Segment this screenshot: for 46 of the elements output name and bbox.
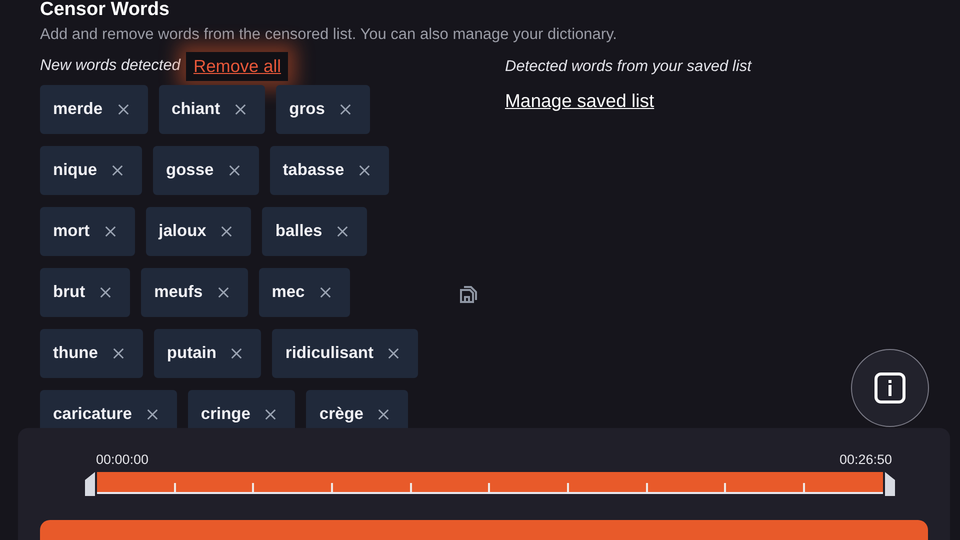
close-icon[interactable] bbox=[264, 408, 278, 421]
close-icon[interactable] bbox=[111, 164, 124, 177]
section-title: Censor Words bbox=[40, 0, 171, 20]
manage-saved-list-link[interactable]: Manage saved list bbox=[505, 90, 752, 112]
tag-text: thune bbox=[53, 344, 98, 363]
tag-text: gros bbox=[289, 100, 325, 119]
timeline-track[interactable] bbox=[97, 472, 883, 494]
close-icon[interactable] bbox=[387, 347, 400, 360]
close-icon[interactable] bbox=[234, 103, 248, 116]
tag-text: jaloux bbox=[158, 222, 206, 241]
tag-text: ridiculisant bbox=[285, 344, 374, 363]
tag-text: nique bbox=[53, 161, 97, 180]
remove-all-link[interactable]: Remove all bbox=[186, 52, 288, 80]
close-icon[interactable] bbox=[104, 225, 117, 238]
close-icon[interactable] bbox=[338, 103, 352, 116]
close-icon[interactable] bbox=[99, 286, 112, 299]
close-icon[interactable] bbox=[318, 286, 332, 299]
close-icon[interactable] bbox=[220, 225, 234, 238]
close-icon[interactable] bbox=[116, 103, 130, 116]
tag-text: caricature bbox=[53, 405, 132, 424]
tag-text: chiant bbox=[172, 100, 220, 119]
tag-text: putain bbox=[166, 344, 216, 363]
start-time: 00:00:00 bbox=[96, 452, 149, 467]
end-time: 00:26:50 bbox=[839, 452, 892, 467]
tag-text: cringe bbox=[200, 405, 250, 424]
tag-text: mort bbox=[53, 222, 90, 241]
close-icon[interactable] bbox=[146, 408, 159, 421]
tag-text: brut bbox=[53, 283, 86, 302]
saved-words-label: Detected words from your saved list bbox=[505, 58, 752, 76]
description: Add and remove words from the censored list. You can also manage your dictionary. bbox=[40, 26, 618, 44]
close-icon[interactable] bbox=[112, 347, 125, 360]
tag-text: meufs bbox=[154, 283, 203, 302]
close-icon[interactable] bbox=[358, 164, 372, 177]
info-icon bbox=[873, 371, 907, 405]
close-icon[interactable] bbox=[377, 408, 390, 421]
tag-text: mec bbox=[272, 283, 305, 302]
tag-text: crège bbox=[319, 405, 364, 424]
tag-text: merde bbox=[53, 100, 103, 119]
tag-text: gosse bbox=[166, 161, 214, 180]
close-icon[interactable] bbox=[230, 347, 244, 360]
close-icon[interactable] bbox=[336, 225, 350, 238]
close-icon[interactable] bbox=[216, 286, 230, 299]
new-words-label: New words detected bbox=[40, 57, 180, 75]
close-icon[interactable] bbox=[228, 164, 241, 177]
tag-text: balles bbox=[275, 222, 322, 241]
tag-text: tabasse bbox=[282, 161, 344, 180]
